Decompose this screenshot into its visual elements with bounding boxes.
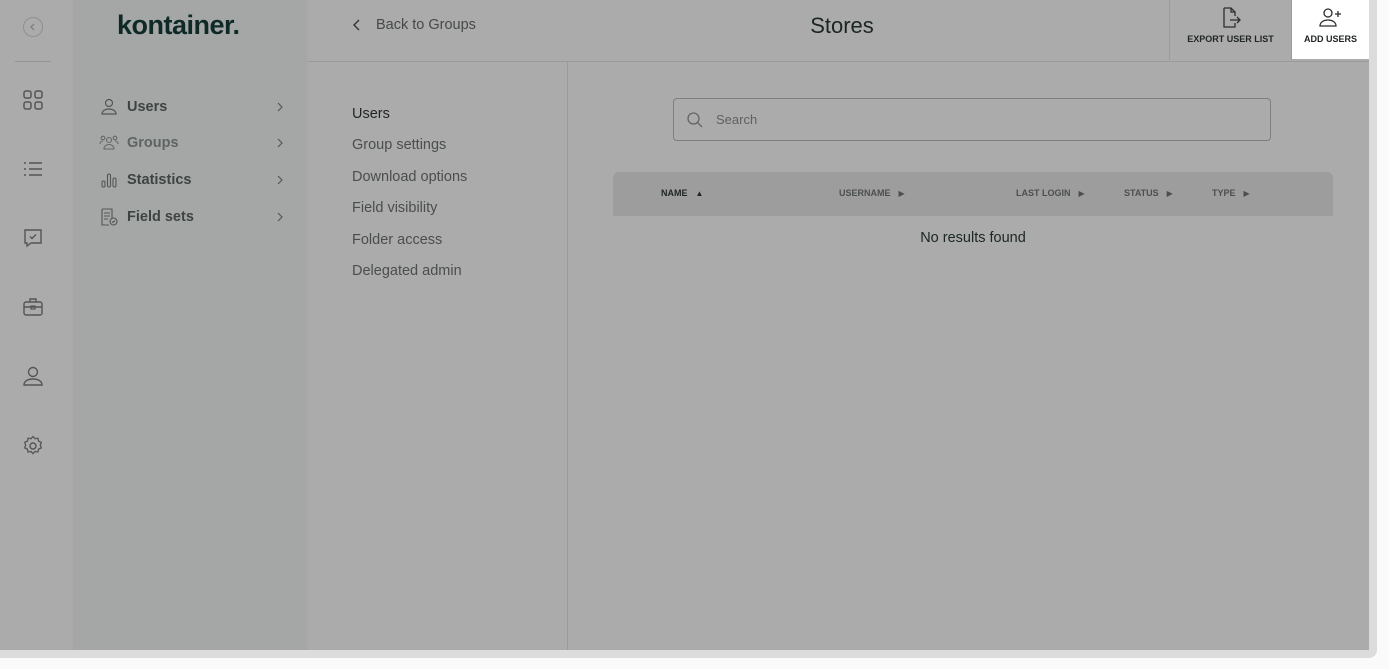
column-header-status[interactable]: STATUS ▶ (1124, 188, 1173, 198)
sidebar: kontainer. Users Groups Statistics Field… (73, 0, 307, 650)
sidebar-item-label: Groups (127, 135, 179, 151)
search-input[interactable] (714, 111, 1238, 128)
column-label: USERNAME (839, 188, 891, 198)
column-label: LAST LOGIN (1016, 188, 1071, 198)
column-label: TYPE (1212, 188, 1236, 198)
user-icon[interactable] (21, 364, 45, 388)
export-label: EXPORT USER LIST (1187, 34, 1274, 44)
column-header-username[interactable]: USERNAME ▶ (839, 188, 905, 198)
collapse-sidebar-button[interactable] (23, 17, 43, 37)
app-window: kontainer. Users Groups Statistics Field… (0, 0, 1369, 650)
column-label: NAME (661, 188, 688, 198)
users-group-icon (99, 135, 119, 150)
list-icon[interactable] (21, 157, 45, 181)
chevron-right-icon (277, 212, 283, 222)
group-subnav: Users Group settings Download options Fi… (307, 62, 568, 650)
user-plus-icon (1318, 8, 1341, 27)
search-field[interactable] (673, 98, 1271, 141)
subnav-item-group-settings[interactable]: Group settings (352, 137, 446, 153)
sidebar-item-users[interactable]: Users (99, 95, 285, 119)
empty-state-message: No results found (920, 230, 1026, 246)
chevron-right-icon (277, 102, 283, 112)
page-header: Back to Groups Stores EXPORT USER LIST A… (307, 0, 1369, 62)
field-set-icon (101, 208, 118, 226)
column-header-type[interactable]: TYPE ▶ (1212, 188, 1250, 198)
sort-none-icon: ▶ (1166, 188, 1173, 198)
icon-rail (0, 0, 73, 650)
subnav-item-users[interactable]: Users (352, 106, 390, 122)
bar-chart-icon (101, 173, 117, 188)
subnav-item-delegated-admin[interactable]: Delegated admin (352, 263, 462, 279)
chevron-right-icon (277, 175, 283, 185)
sort-none-icon: ▶ (898, 188, 905, 198)
column-label: STATUS (1124, 188, 1159, 198)
sort-none-icon: ▶ (1243, 188, 1250, 198)
sidebar-item-label: Users (127, 99, 168, 115)
subnav-item-folder-access[interactable]: Folder access (352, 232, 442, 248)
dashboard-grid-icon[interactable] (21, 88, 45, 112)
user-icon (101, 98, 117, 115)
export-user-list-button[interactable]: EXPORT USER LIST (1169, 0, 1292, 60)
add-users-button[interactable]: ADD USERS (1292, 0, 1369, 59)
sidebar-item-field-sets[interactable]: Field sets (99, 205, 285, 229)
sort-ascending-icon: ▲ (695, 188, 704, 198)
logo[interactable]: kontainer. (117, 10, 240, 41)
sidebar-item-label: Statistics (127, 172, 192, 188)
chevron-right-icon (277, 138, 283, 148)
search-icon (687, 111, 703, 127)
rail-divider (15, 61, 51, 62)
sidebar-item-groups[interactable]: Groups (99, 131, 285, 155)
subnav-item-field-visibility[interactable]: Field visibility (352, 200, 437, 216)
sidebar-item-statistics[interactable]: Statistics (99, 168, 285, 192)
column-header-name[interactable]: NAME ▲ (661, 188, 703, 198)
chevron-left-icon (30, 23, 35, 31)
file-export-icon (1222, 7, 1241, 28)
chat-check-icon[interactable] (21, 226, 45, 250)
sort-none-icon: ▶ (1078, 188, 1085, 198)
subnav-item-download-options[interactable]: Download options (352, 169, 467, 185)
add-users-label: ADD USERS (1303, 34, 1357, 44)
briefcase-icon[interactable] (21, 295, 45, 319)
table-header: NAME ▲ USERNAME ▶ LAST LOGIN ▶ STATUS ▶ … (613, 172, 1333, 216)
sidebar-item-label: Field sets (127, 209, 194, 225)
column-header-last-login[interactable]: LAST LOGIN ▶ (1016, 188, 1085, 198)
gear-icon[interactable] (21, 434, 45, 458)
